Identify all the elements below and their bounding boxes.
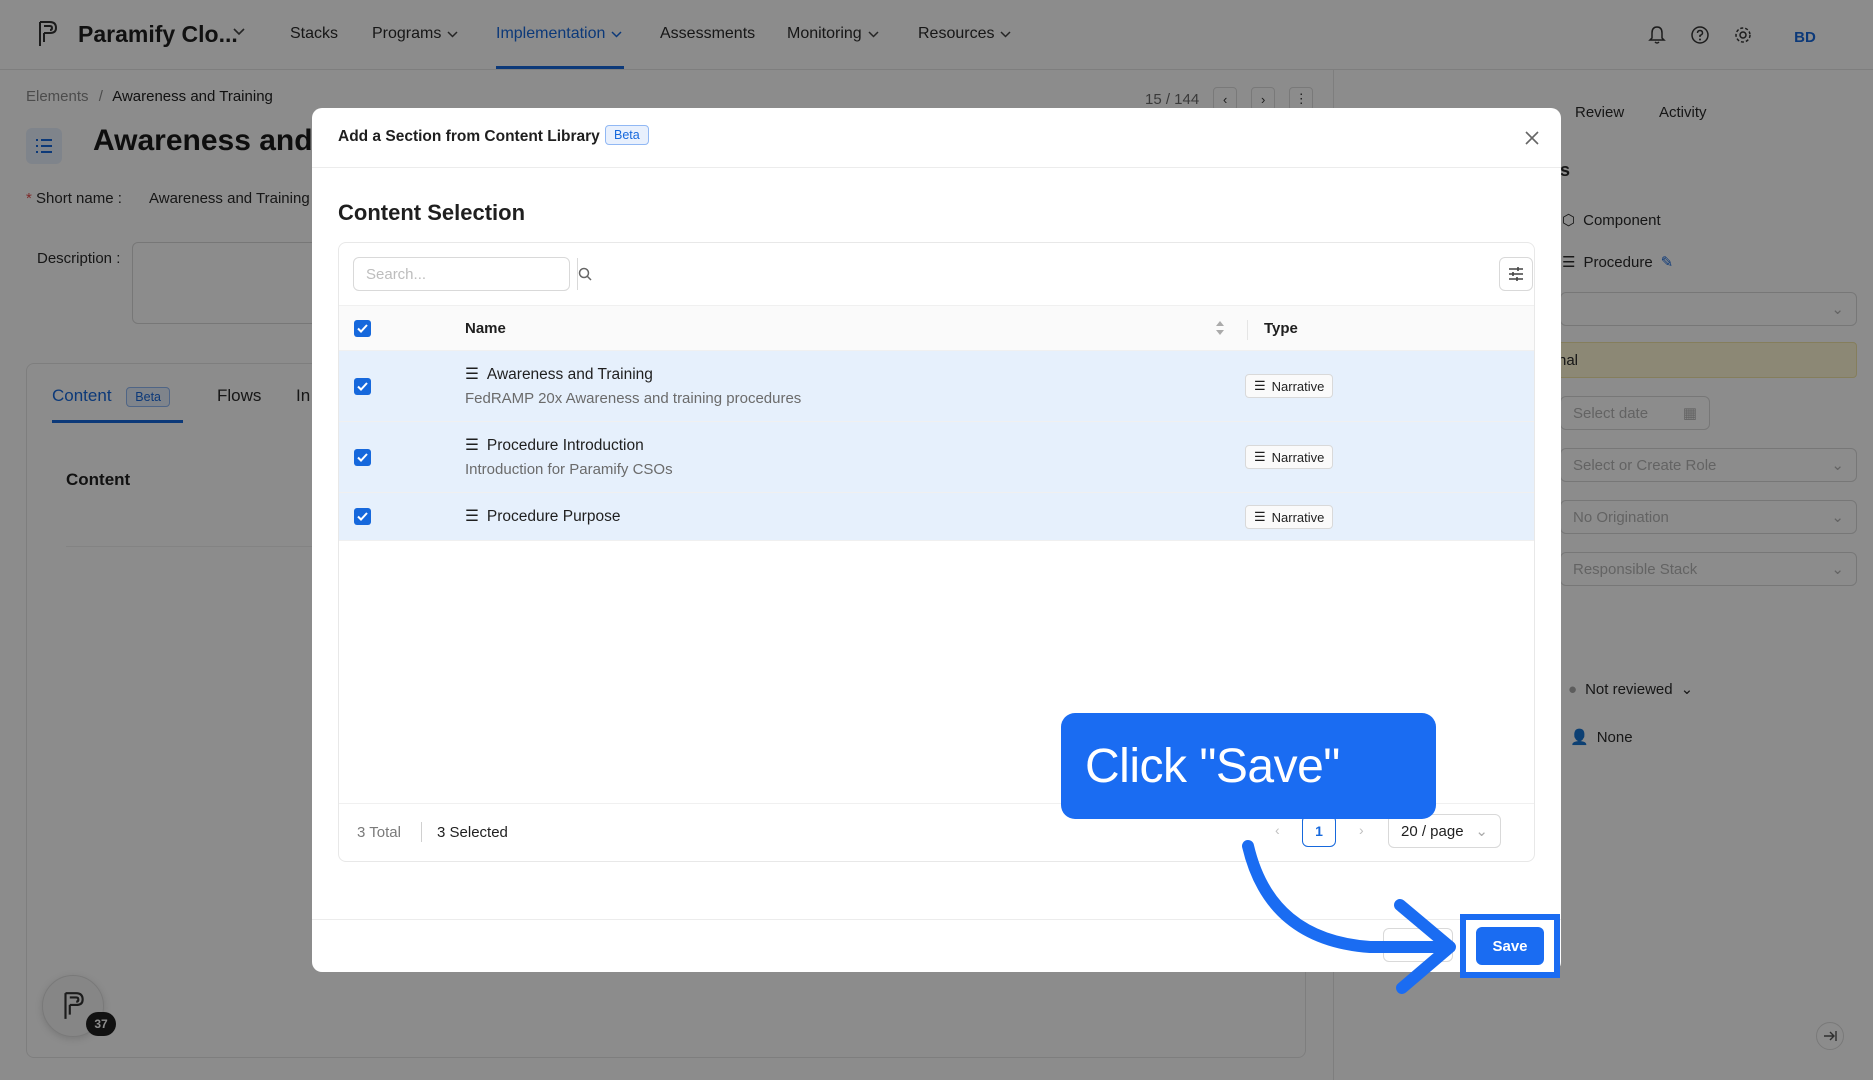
modal-header: Add a Section from Content Library Beta	[312, 108, 1561, 168]
narrative-icon: ☰	[1254, 509, 1266, 524]
table-row[interactable]: ☰ Procedure Purpose ☰ Narrative	[339, 493, 1534, 541]
filter-settings-icon[interactable]	[1499, 257, 1533, 291]
table-header: Name Type	[339, 305, 1534, 351]
row-description: Introduction for Paramify CSOs	[465, 461, 673, 478]
divider	[421, 822, 422, 842]
modal-title: Add a Section from Content Library	[338, 128, 600, 145]
section-title: Content Selection	[338, 200, 526, 225]
pointer-arrow-icon	[1242, 840, 1456, 994]
row-checkbox[interactable]	[354, 378, 371, 395]
narrative-icon: ☰	[1254, 378, 1266, 393]
search-icon[interactable]	[578, 258, 592, 290]
save-button[interactable]: Save	[1476, 927, 1544, 965]
search-box	[353, 257, 592, 291]
row-checkbox[interactable]	[354, 508, 371, 525]
total-count: 3 Total	[357, 824, 401, 841]
row-name: ☰ Procedure Introduction	[465, 436, 644, 455]
selected-count: 3 Selected	[437, 824, 508, 841]
tutorial-callout: Click "Save"	[1061, 713, 1436, 819]
narrative-icon: ☰	[465, 508, 479, 525]
select-all-checkbox[interactable]	[354, 320, 371, 337]
table-row[interactable]: ☰ Awareness and Training FedRAMP 20x Awar…	[339, 351, 1534, 422]
row-name: ☰ Awareness and Training	[465, 365, 653, 384]
column-name: Name	[465, 320, 506, 337]
narrative-icon: ☰	[465, 366, 479, 383]
search-input[interactable]	[354, 258, 578, 290]
row-name: ☰ Procedure Purpose	[465, 507, 621, 526]
column-divider	[1247, 320, 1248, 340]
column-type: Type	[1264, 320, 1298, 337]
type-badge: ☰ Narrative	[1245, 374, 1334, 398]
beta-badge: Beta	[605, 125, 649, 145]
sort-icon[interactable]	[1215, 320, 1225, 336]
row-checkbox[interactable]	[354, 449, 371, 466]
row-description: FedRAMP 20x Awareness and training proce…	[465, 390, 802, 407]
narrative-icon: ☰	[465, 437, 479, 454]
type-badge: ☰ Narrative	[1245, 505, 1334, 529]
table-row[interactable]: ☰ Procedure Introduction Introduction for…	[339, 422, 1534, 493]
chevron-down-icon: ⌄	[1475, 823, 1488, 840]
narrative-icon: ☰	[1254, 449, 1266, 464]
type-badge: ☰ Narrative	[1245, 445, 1334, 469]
close-icon[interactable]	[1522, 128, 1542, 148]
